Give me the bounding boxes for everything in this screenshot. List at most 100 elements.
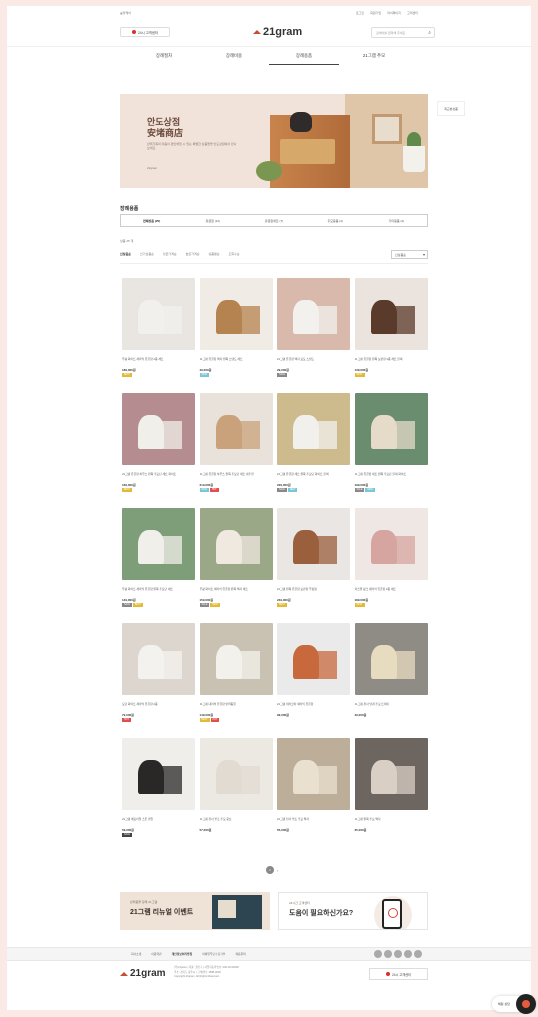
product-image[interactable] xyxy=(122,738,195,810)
product-card[interactable]: 21그램 테라코타 세라믹 유골함 99,000원 xyxy=(277,623,350,738)
product-card[interactable]: 21그램 유골함 세트 원목 추모단 화이트 블랙 229,000원 SALE NEW xyxy=(277,393,350,508)
product-card[interactable]: 21그램 원목 추모 액자 35,000원 xyxy=(354,738,428,853)
product-name[interactable]: 21그램 유골함 세트 원목 추모단 화이트 블랙 xyxy=(277,472,350,476)
footer-link-partner[interactable]: 제휴문의 xyxy=(235,952,245,956)
sort-popular[interactable]: 인기상품순 xyxy=(140,252,154,256)
product-image[interactable] xyxy=(354,508,428,580)
product-card[interactable]: 21그램 메모리얼 스톤 캔들 59,000원 SALE xyxy=(122,738,195,853)
sort-select[interactable]: 신상품순 xyxy=(391,250,428,259)
product-card[interactable]: 21그램 원목 유골함 보관함 뚜껑형 249,000원 BEST xyxy=(277,508,350,623)
page-current[interactable]: 1 xyxy=(266,866,274,874)
product-image[interactable] xyxy=(354,393,428,465)
product-card[interactable]: 21그램 천사 날개 추모 트레이 49,000원 xyxy=(354,623,428,738)
product-card[interactable]: 21그램 유골함 원목 보관함 2종 세트 블랙 139,000원 BEST xyxy=(354,278,428,393)
product-card[interactable]: 파스텔 핑크 세라믹 유골함 2종 세트 189,000원 BEST xyxy=(354,508,428,623)
util-cs-link[interactable]: 고객센터 xyxy=(407,11,418,19)
product-card[interactable]: 21그램 유골함 하우스 원목 추모단 세트 화이트 169,000원 BEST xyxy=(122,393,195,508)
product-image[interactable] xyxy=(354,623,428,695)
product-name[interactable]: 무광 화이트 세라믹 유골함 원목 추모단 세트 xyxy=(122,587,195,591)
footer-call-button[interactable]: 24시 고객센터 xyxy=(369,968,428,980)
instagram-icon[interactable] xyxy=(404,950,412,958)
recent-view-button[interactable]: 최근본상품 xyxy=(437,101,465,116)
product-image[interactable] xyxy=(277,278,350,350)
nav-item-memorial[interactable]: 21그램 추모 xyxy=(339,47,409,67)
product-image[interactable] xyxy=(199,738,273,810)
product-card[interactable]: 21그램 천사 부조 추모 액자 55,000원 xyxy=(277,738,350,853)
kakao-icon[interactable] xyxy=(414,950,422,958)
product-image[interactable] xyxy=(122,393,195,465)
product-image[interactable] xyxy=(277,393,350,465)
product-name[interactable]: 파스텔 핑크 세라믹 유골함 2종 세트 xyxy=(355,587,428,591)
product-card[interactable]: 21그램 유골함 하우스 원목 추모단 세트 내추럴 219,000원 NEW HOT xyxy=(199,393,273,508)
product-card[interactable]: 21그램 유골함 액자 원목 스탠드 세트 49,000원 NEW xyxy=(199,278,273,393)
product-image[interactable] xyxy=(199,393,273,465)
product-name[interactable]: 21그램 천사 부조 추모 큐브 xyxy=(200,817,273,821)
blog-icon[interactable] xyxy=(384,950,392,958)
product-name[interactable]: 21그램 대리석 유골함 반려동물 xyxy=(200,702,273,706)
logo[interactable]: 21gram xyxy=(253,26,302,38)
product-name[interactable]: 21그램 천사 부조 추모 액자 xyxy=(277,817,350,821)
search-input[interactable]: 검색어를 입력해 주세요 ⌕ xyxy=(371,27,435,38)
youtube-icon[interactable] xyxy=(394,950,402,958)
hero-banner[interactable]: 안도상점 安堵商店 반려가족의 마음이 편안해질 수 있는 특별한 상품들을 안… xyxy=(120,94,428,188)
tab-urn[interactable]: 유골함 (12) xyxy=(182,219,243,223)
nav-item-procedure[interactable]: 장례절차 xyxy=(129,47,199,67)
util-join-link[interactable]: 회원가입 xyxy=(370,11,381,19)
product-name[interactable]: 21그램 유골함 하우스 원목 추모단 세트 내추럴 xyxy=(200,472,273,476)
product-image[interactable] xyxy=(277,508,350,580)
product-image[interactable] xyxy=(354,278,428,350)
tab-urn-set[interactable]: 유골함세트 (7) xyxy=(243,219,304,223)
footer-link-privacy[interactable]: 개인정보처리방침 xyxy=(172,952,193,956)
facebook-icon[interactable] xyxy=(374,950,382,958)
util-login-link[interactable]: 로그인 xyxy=(356,11,364,19)
product-image[interactable] xyxy=(199,508,273,580)
product-image[interactable] xyxy=(122,623,195,695)
product-name[interactable]: 21그램 천사 날개 추모 트레이 xyxy=(355,702,428,706)
product-card[interactable]: 무광 화이트 세라믹 유골함 원목 액자 세트 159,000원 SALE BEST xyxy=(199,508,273,623)
product-name[interactable]: 무광 화이트 세라믹 유골함 2종 세트 xyxy=(122,357,195,361)
product-name[interactable]: 무광 화이트 세라믹 유골함 원목 액자 세트 xyxy=(200,587,273,591)
tab-etc[interactable]: 기타용품 (2) xyxy=(366,219,427,223)
search-icon[interactable]: ⌕ xyxy=(428,30,431,36)
product-image[interactable] xyxy=(199,623,273,695)
product-card[interactable]: 무광 화이트 세라믹 유골함 2종 세트 189,000원 BEST xyxy=(122,278,195,393)
product-image[interactable] xyxy=(199,278,273,350)
promo-banner-event[interactable]: 반려동물 장례 21그램 21그램 리뉴얼 이벤트 xyxy=(120,892,270,930)
util-mypage-link[interactable]: 마이페이지 xyxy=(387,11,401,19)
nav-item-products[interactable]: 장례용품 xyxy=(269,47,339,65)
sort-new[interactable]: 신상품순 xyxy=(120,252,131,256)
product-image[interactable] xyxy=(354,738,428,810)
product-name[interactable]: 21그램 원목 유골함 보관함 뚜껑형 xyxy=(277,587,350,591)
tab-memorial[interactable]: 추모용품 (4) xyxy=(305,219,366,223)
util-left[interactable]: 숲블케어 xyxy=(120,11,131,19)
product-name[interactable]: 21그램 유골함 하우스 원목 추모단 세트 화이트 xyxy=(122,472,195,476)
product-name[interactable]: 21그램 메모리얼 스톤 캔들 xyxy=(122,817,195,821)
sort-review[interactable]: 상품평순 xyxy=(208,252,219,256)
product-image[interactable] xyxy=(277,738,350,810)
product-card[interactable]: 모던 화이트 세라믹 유골함 2종 79,000원 HOT xyxy=(122,623,195,738)
product-card[interactable]: 21그램 대리석 유골함 반려동물 149,000원 BEST HOT xyxy=(199,623,273,738)
footer-link-about[interactable]: 회사소개 xyxy=(131,952,141,956)
product-image[interactable] xyxy=(277,623,350,695)
product-card[interactable]: 21그램 유골함 액자 포토 스탠드 29,000원 SALE xyxy=(277,278,350,393)
tab-all[interactable]: 전체상품 (25) xyxy=(121,219,182,223)
product-name[interactable]: 21그램 유골함 액자 원목 스탠드 세트 xyxy=(200,357,273,361)
footer-link-email[interactable]: 이메일무단수집거부 xyxy=(202,952,225,956)
chat-button[interactable]: 채팅 상담 xyxy=(492,994,536,1014)
product-card[interactable]: 무광 화이트 세라믹 유골함 원목 추모단 세트 149,000원 SALE BEST xyxy=(122,508,195,623)
sort-low-price[interactable]: 낮은가격순 xyxy=(163,252,177,256)
footer-link-terms[interactable]: 이용약관 xyxy=(151,952,161,956)
product-name[interactable]: 모던 화이트 세라믹 유골함 2종 xyxy=(122,702,195,706)
product-name[interactable]: 21그램 유골함 원목 보관함 2종 세트 블랙 xyxy=(355,357,428,361)
product-image[interactable] xyxy=(122,508,195,580)
product-name[interactable]: 21그램 유골함 세트 원목 추모단 블랙 화이트 xyxy=(355,472,428,476)
page-next-button[interactable]: › xyxy=(277,868,278,873)
sort-high-price[interactable]: 높은가격순 xyxy=(186,252,200,256)
product-image[interactable] xyxy=(122,278,195,350)
footer-logo[interactable]: 21gram xyxy=(120,968,166,979)
product-name[interactable]: 21그램 유골함 액자 포토 스탠드 xyxy=(277,357,350,361)
product-name[interactable]: 21그램 테라코타 세라믹 유골함 xyxy=(277,702,350,706)
product-card[interactable]: 21그램 유골함 세트 원목 추모단 블랙 화이트 199,000원 SALE NEW xyxy=(354,393,428,508)
product-card[interactable]: 21그램 천사 부조 추모 큐브 57,000원 xyxy=(199,738,273,853)
promo-banner-help[interactable]: 24시간 고객센터 도움이 필요하신가요? xyxy=(278,892,428,930)
